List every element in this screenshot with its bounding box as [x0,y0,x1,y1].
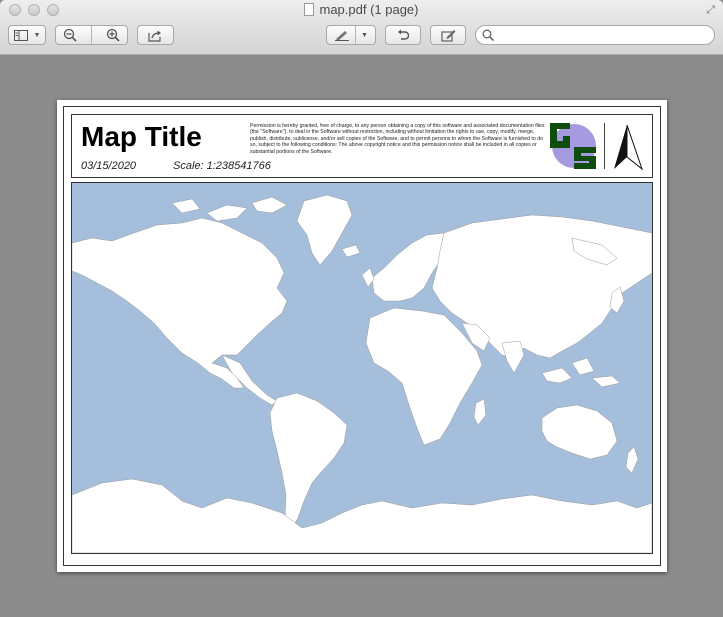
rotate-button[interactable] [385,25,421,45]
north-arrow-icon [610,121,646,171]
preview-window: map.pdf (1 page) ⤢ ▼ ▼ Map Title 03/15/2… [0,0,723,617]
zoom-in-icon[interactable] [106,28,120,42]
world-map [71,182,653,554]
pen-icon [334,29,350,41]
zoom-out-icon[interactable] [63,28,77,42]
sidebar-icon [13,29,28,41]
markup-button[interactable]: ▼ [326,25,376,45]
world-map-graphic [72,194,652,553]
map-title: Map Title [81,121,202,152]
map-header: Map Title 03/15/2020 Scale: 1:238541766 … [71,114,653,178]
license-text: Permission is hereby granted, free of ch… [250,123,545,155]
toolbar: map.pdf (1 page) ⤢ ▼ ▼ [0,0,723,55]
fullscreen-icon[interactable]: ⤢ [706,4,715,17]
zoom-group [55,25,128,45]
chevron-down-icon: ▼ [33,31,41,39]
edit-button[interactable] [430,25,466,45]
window-title: map.pdf (1 page) [319,2,419,17]
edit-icon [440,29,456,42]
pdf-page: Map Title 03/15/2020 Scale: 1:238541766 … [57,100,667,572]
zoom-divider [91,26,92,44]
search-field[interactable] [475,25,715,45]
chevron-down-icon[interactable]: ▼ [361,32,368,39]
markup-divider [355,26,357,44]
map-scale: Scale: 1:238541766 [173,160,271,172]
document-viewport[interactable]: Map Title 03/15/2020 Scale: 1:238541766 … [0,55,723,617]
rotate-icon [397,28,409,42]
share-icon [148,29,163,42]
gs-logo [548,121,598,171]
pdf-document-icon [304,3,315,16]
share-button[interactable] [137,25,174,45]
logo-divider [604,123,605,169]
window-title-area: map.pdf (1 page) [0,2,723,17]
map-date: 03/15/2020 [81,160,137,172]
search-input[interactable] [498,27,712,45]
sidebar-button[interactable]: ▼ [8,25,46,45]
